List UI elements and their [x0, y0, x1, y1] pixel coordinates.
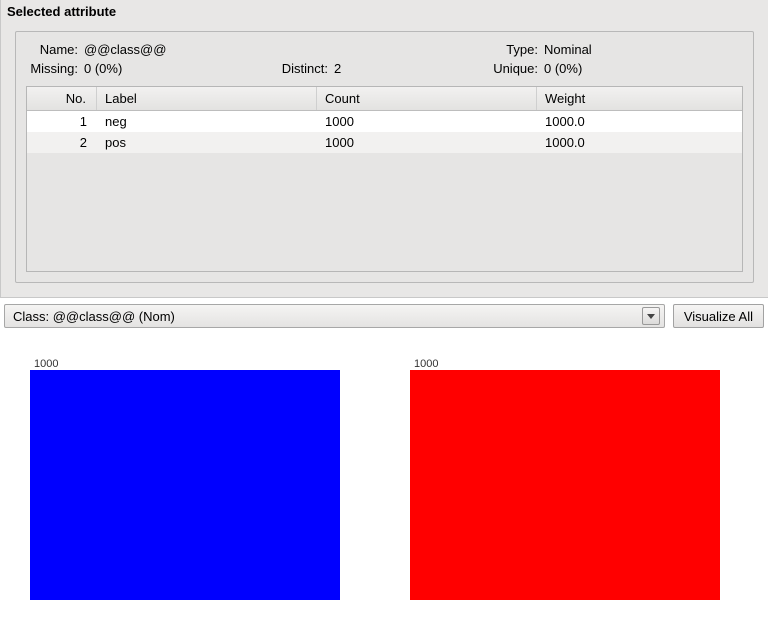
cell-count: 1000: [317, 111, 537, 132]
unique-value: 0 (0%): [544, 61, 582, 76]
visualize-all-button[interactable]: Visualize All: [673, 304, 764, 328]
panel-inner: Name: @@class@@ Type: Nominal Missing: 0…: [15, 31, 754, 283]
col-count[interactable]: Count: [317, 87, 537, 110]
cell-label: neg: [97, 111, 317, 132]
visualize-all-label: Visualize All: [684, 309, 753, 324]
bar-label-neg: 1000: [34, 358, 58, 370]
unique-label: Unique:: [486, 61, 544, 76]
type-value: Nominal: [544, 42, 592, 57]
cell-weight: 1000.0: [537, 132, 742, 153]
cell-no: 1: [27, 111, 97, 132]
table-header: No. Label Count Weight: [27, 87, 742, 111]
table-row[interactable]: 2 pos 1000 1000.0: [27, 132, 742, 153]
table-row[interactable]: 1 neg 1000 1000.0: [27, 111, 742, 132]
bar-pos: 1000: [410, 350, 720, 600]
cell-count: 1000: [317, 132, 537, 153]
panel-title: Selected attribute: [1, 0, 768, 21]
col-no[interactable]: No.: [27, 87, 97, 110]
cell-no: 2: [27, 132, 97, 153]
distinct-value: 2: [334, 61, 341, 76]
name-value: @@class@@: [84, 42, 166, 57]
meta-row-1: Name: @@class@@ Type: Nominal: [26, 40, 743, 59]
name-label: Name:: [26, 42, 84, 57]
cell-label: pos: [97, 132, 317, 153]
col-label[interactable]: Label: [97, 87, 317, 110]
class-selector-row: Class: @@class@@ (Nom) Visualize All: [0, 298, 768, 334]
col-weight[interactable]: Weight: [537, 87, 742, 110]
class-dropdown[interactable]: Class: @@class@@ (Nom): [4, 304, 665, 328]
class-dropdown-label: Class: @@class@@ (Nom): [13, 309, 642, 324]
type-label: Type:: [486, 42, 544, 57]
meta-row-2: Missing: 0 (0%) Distinct: 2 Unique: 0 (0…: [26, 59, 743, 78]
missing-value: 0 (0%): [84, 61, 122, 76]
bar-label-pos: 1000: [414, 358, 438, 370]
attribute-table: No. Label Count Weight 1 neg 1000 1000.0…: [26, 86, 743, 272]
distinct-label: Distinct:: [276, 61, 334, 76]
bar-rect-neg: [30, 370, 340, 600]
histogram-chart: 1000 1000: [0, 334, 768, 610]
selected-attribute-panel: Selected attribute Name: @@class@@ Type:…: [0, 0, 768, 298]
missing-label: Missing:: [26, 61, 84, 76]
bar-rect-pos: [410, 370, 720, 600]
chevron-down-icon[interactable]: [642, 307, 660, 325]
bar-neg: 1000: [30, 350, 340, 600]
cell-weight: 1000.0: [537, 111, 742, 132]
